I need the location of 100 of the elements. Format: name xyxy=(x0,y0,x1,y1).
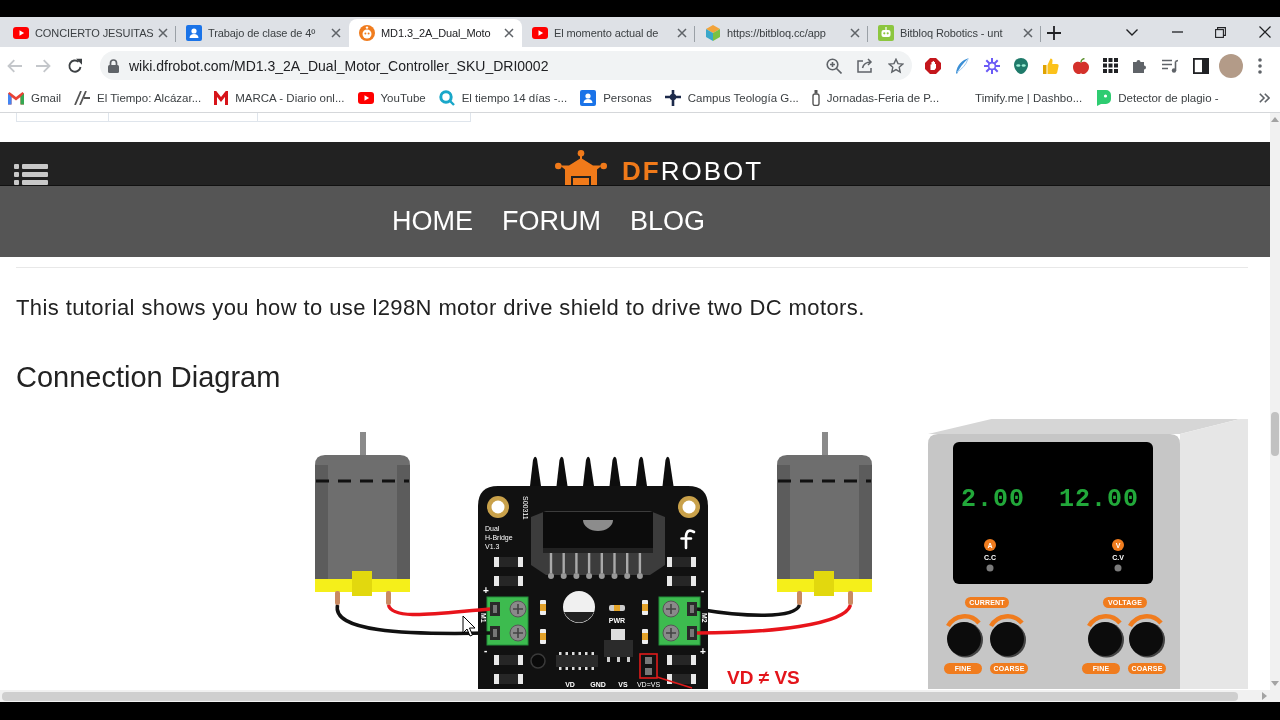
restore-icon[interactable] xyxy=(1215,26,1226,38)
capacitor xyxy=(563,591,595,623)
feather-icon[interactable] xyxy=(955,57,970,74)
slash-icon xyxy=(74,91,91,105)
person-icon xyxy=(186,25,202,41)
bookmark[interactable]: El Tiempo: Alcázar... xyxy=(74,91,202,105)
puzzle-icon[interactable] xyxy=(1132,58,1148,73)
robot-logo-icon[interactable] xyxy=(555,150,607,185)
mounting-hole xyxy=(678,496,700,518)
browser-tab[interactable]: https://bitbloq.cc/app xyxy=(695,19,868,47)
bookmark[interactable]: Personas xyxy=(580,90,652,106)
cursor-icon xyxy=(462,615,476,637)
robot-icon xyxy=(878,25,894,41)
nav-link[interactable]: HOME xyxy=(392,206,473,237)
chevron-down-icon[interactable] xyxy=(1126,28,1138,36)
section-heading: Connection Diagram xyxy=(16,360,282,395)
bookmark[interactable]: Timify.me | Dashbo... xyxy=(952,90,1083,106)
zigzag-icon xyxy=(214,91,229,105)
polarity-mark: - xyxy=(484,645,488,656)
smd-component xyxy=(667,655,696,665)
knob[interactable] xyxy=(989,614,1026,658)
bookmark[interactable]: MARCA - Diario onl... xyxy=(214,91,345,105)
plus-icon[interactable] xyxy=(1047,26,1061,40)
list-icon[interactable] xyxy=(14,163,48,185)
bookmark[interactable]: Jornadas-Feria de P... xyxy=(811,90,940,106)
smd-component xyxy=(494,655,523,665)
knob[interactable] xyxy=(1128,614,1165,658)
close-icon[interactable] xyxy=(504,28,514,38)
intro-text: This tutorial shows you how to use l298N motor drive shield to drive two DC motors. xyxy=(16,294,866,322)
knob[interactable] xyxy=(946,614,983,658)
cross-icon xyxy=(664,90,681,106)
address-bar[interactable]: wiki.dfrobot.com/MD1.3_2A_Dual_Motor_Controller_SKU_DRI0002 xyxy=(100,51,912,80)
bookmark[interactable]: El tiempo 14 días -... xyxy=(438,90,568,106)
video-play-icon xyxy=(532,27,548,39)
display-reading: 12.00 xyxy=(1059,485,1139,514)
robot-face-icon xyxy=(359,25,375,41)
grid-icon[interactable] xyxy=(1103,58,1119,73)
knob[interactable] xyxy=(1087,614,1124,658)
mail-icon xyxy=(8,91,24,105)
smd-component xyxy=(667,576,696,586)
stop-hand-icon[interactable] xyxy=(925,57,941,74)
logo-text[interactable]: DFROBOT xyxy=(622,158,764,184)
bookmark[interactable]: YouTube xyxy=(357,92,426,104)
mounting-hole xyxy=(487,496,509,518)
lock-icon[interactable] xyxy=(108,58,119,73)
scrollbar-thumb[interactable] xyxy=(1271,412,1279,456)
reload-icon[interactable] xyxy=(67,57,83,74)
video-play-icon xyxy=(13,27,29,39)
share-icon[interactable] xyxy=(857,58,873,73)
display-reading: 2.00 xyxy=(961,485,1025,514)
browser-tab[interactable]: CONCIERTO JESUITAS xyxy=(3,19,176,47)
bottle-icon xyxy=(811,90,820,106)
polarity-mark: - xyxy=(701,585,705,596)
led xyxy=(609,605,625,611)
nav-link[interactable]: FORUM xyxy=(502,206,601,237)
polarity-mark: + xyxy=(483,585,489,596)
zoom-in-icon[interactable] xyxy=(826,57,842,74)
alien-head-icon[interactable] xyxy=(1014,57,1029,74)
pad-ring xyxy=(530,653,546,669)
browser-tab[interactable]: Bitbloq Robotics - unt xyxy=(868,19,1041,47)
resistor xyxy=(642,600,648,615)
nav-link[interactable]: BLOG xyxy=(630,206,705,237)
side-panel-icon[interactable] xyxy=(1192,57,1209,74)
horizontal-scrollbar[interactable] xyxy=(0,690,1270,702)
more-icon[interactable] xyxy=(1257,57,1262,74)
bookmark[interactable]: Detector de plagio - xyxy=(1095,90,1219,106)
smd-component xyxy=(667,557,696,567)
person-icon xyxy=(580,90,597,106)
polarity-mark: + xyxy=(700,646,706,657)
sunburst-icon[interactable] xyxy=(983,57,1000,74)
smd-component xyxy=(667,674,696,684)
browser-tab[interactable]: El momento actual de xyxy=(522,19,695,47)
playlist-icon[interactable] xyxy=(1162,58,1179,73)
thumbs-up-icon[interactable] xyxy=(1042,57,1059,74)
profile-avatar[interactable] xyxy=(1218,53,1243,78)
video-play-icon xyxy=(357,92,374,104)
voltage-regulator xyxy=(604,629,633,662)
terminal-block xyxy=(486,596,529,646)
terminal-block xyxy=(658,596,701,646)
indicator-light xyxy=(986,564,994,572)
diagram-note: VD ≠ VS xyxy=(727,667,800,688)
jumper xyxy=(639,653,658,679)
bookmark[interactable]: Campus Teología G... xyxy=(664,90,799,106)
cube-icon xyxy=(705,25,721,41)
smd-component xyxy=(494,557,523,567)
close-icon[interactable] xyxy=(1259,26,1271,38)
scrollbar-thumb[interactable] xyxy=(2,691,1238,701)
apple-icon[interactable] xyxy=(1072,57,1089,74)
vertical-scrollbar[interactable] xyxy=(1270,113,1280,690)
double-chevron-icon[interactable] xyxy=(1259,93,1270,103)
ic-chip xyxy=(556,652,598,670)
bookmark[interactable]: Gmail xyxy=(8,91,62,105)
browser-tab[interactable]: Trabajo de clase de 4º xyxy=(176,19,349,47)
resistor xyxy=(642,629,648,644)
browser-tab[interactable]: MD1.3_2A_Dual_Moto xyxy=(349,19,522,47)
indicator-light xyxy=(1114,564,1122,572)
star-icon[interactable] xyxy=(888,57,904,74)
smd-component xyxy=(494,576,523,586)
hook-logo-icon xyxy=(680,529,696,550)
ring-icon xyxy=(438,90,455,106)
